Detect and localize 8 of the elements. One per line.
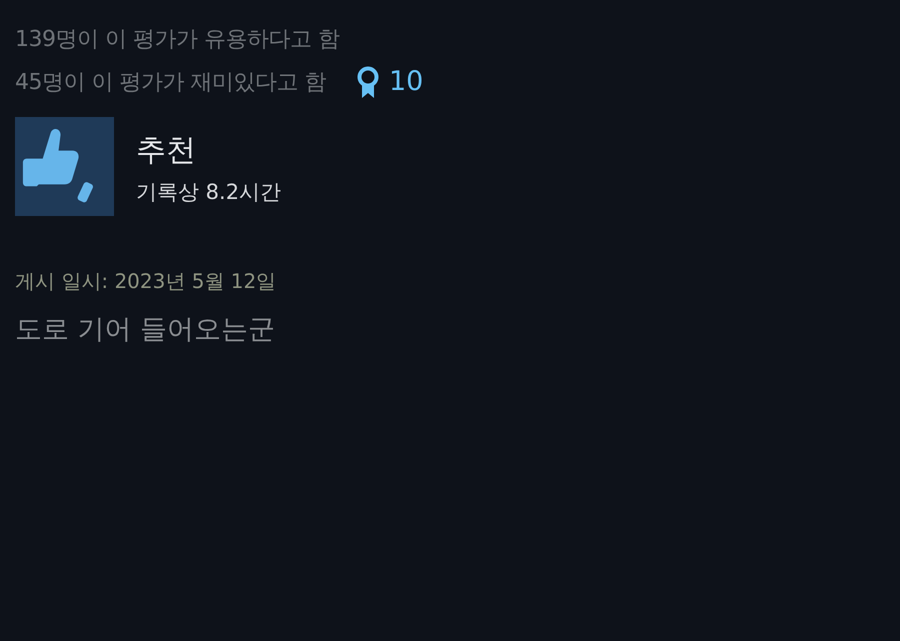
vote-text: 139명이 이 평가가 유용하다고 함 <box>15 26 340 54</box>
award-count: 10 <box>388 65 424 100</box>
verdict: 추천 <box>136 132 197 170</box>
post-date: 게시 일시: 2023년 5월 12일 <box>15 268 278 295</box>
vote-text: 45명이 이 평가가 재미있다고 함 <box>15 69 326 97</box>
award-icon <box>356 66 380 100</box>
playtime: 기록상 8.2시간 <box>136 179 282 206</box>
review-text: 도로 기어 들어오는군 <box>15 313 276 347</box>
